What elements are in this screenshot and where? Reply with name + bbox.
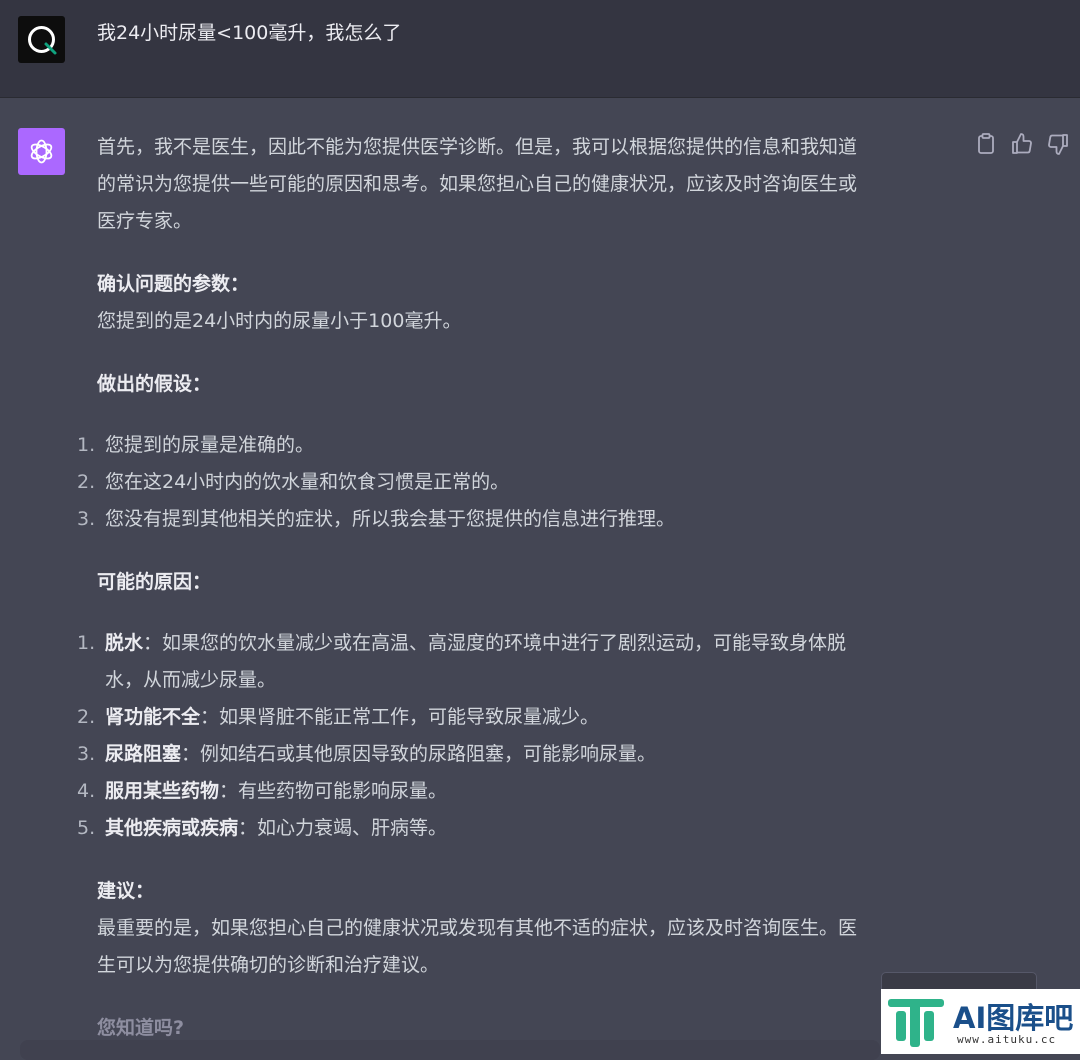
copy-button[interactable] — [974, 132, 998, 156]
list-number: 1. — [77, 632, 96, 654]
intro-line: 首先，我不是医生，因此不能为您提供医学诊断。但是，我可以根据您提供的信息和我知道 — [97, 136, 858, 158]
thumbs-up-icon — [1012, 133, 1032, 154]
openai-logo-icon — [30, 139, 53, 164]
list-item: 3. 尿路阻塞：例如结石或其他原因导致的尿路阻塞，可能影响尿量。 — [77, 736, 947, 773]
intro-line: 的常识为您提供一些可能的原因和思考。如果您担心自己的健康状况，应该及时咨询医生或 — [97, 173, 858, 195]
list-bold: 其他疾病或疾病 — [105, 817, 239, 839]
list-number: 5. — [77, 817, 96, 839]
list-text: 您在这24小时内的饮水量和饮食习惯是正常的。 — [105, 471, 510, 493]
list-text: ：例如结石或其他原因导致的尿路阻塞，可能影响尿量。 — [181, 743, 657, 765]
list-item: 1. 脱水：如果您的饮水量减少或在高温、高湿度的环境中进行了剧烈运动，可能导致身体… — [77, 625, 947, 699]
assistant-avatar — [18, 128, 65, 175]
section-heading: 建议： — [97, 880, 155, 902]
list-text: ：有些药物可能影响尿量。 — [219, 780, 448, 802]
prompt-input-bar[interactable] — [20, 1040, 880, 1060]
list-number: 2. — [77, 706, 96, 728]
section-heading: 做出的假设： — [97, 373, 212, 395]
list-number: 3. — [77, 508, 96, 530]
list-text: ：如心力衰竭、肝病等。 — [238, 817, 448, 839]
list-text: ：如果肾脏不能正常工作，可能导致尿量减少。 — [200, 706, 600, 728]
list-number: 2. — [77, 471, 96, 493]
section-text: 生可以为您提供确切的诊断和治疗建议。 — [97, 954, 440, 976]
list-text: 水，从而减少尿量。 — [105, 669, 277, 691]
user-message-text: 我24小时尿量<100毫升，我怎么了 — [97, 22, 402, 44]
watermark-logo-icon — [888, 999, 944, 1047]
thumbs-down-icon — [1048, 134, 1068, 155]
clipboard-icon — [978, 133, 994, 154]
section-heading: 可能的原因： — [97, 571, 212, 593]
list-number: 4. — [77, 780, 96, 802]
assistant-message-content: 首先，我不是医生，因此不能为您提供医学诊断。但是，我可以根据您提供的信息和我知道… — [77, 129, 947, 1047]
list-item: 1. 您提到的尿量是准确的。 — [77, 427, 947, 464]
causes-list: 1. 脱水：如果您的饮水量减少或在高温、高湿度的环境中进行了剧烈运动，可能导致身体… — [77, 625, 947, 847]
user-avatar — [18, 16, 65, 63]
user-message-row: 我24小时尿量<100毫升，我怎么了 — [0, 0, 1080, 98]
message-actions — [972, 132, 1072, 156]
list-number: 3. — [77, 743, 96, 765]
list-item: 2. 您在这24小时内的饮水量和饮食习惯是正常的。 — [77, 464, 947, 501]
list-item: 2. 肾功能不全：如果肾脏不能正常工作，可能导致尿量减少。 — [77, 699, 947, 736]
section-text: 您提到的是24小时内的尿量小于100毫升。 — [97, 310, 462, 332]
thumbs-up-button[interactable] — [1010, 132, 1034, 156]
list-bold: 脱水 — [105, 632, 144, 654]
list-bold: 肾功能不全 — [105, 706, 201, 728]
list-bold: 尿路阻塞 — [105, 743, 182, 765]
list-item: 3. 您没有提到其他相关的症状，所以我会基于您提供的信息进行推理。 — [77, 501, 947, 538]
list-item: 4. 服用某些药物：有些药物可能影响尿量。 — [77, 773, 947, 810]
list-number: 1. — [77, 434, 96, 456]
watermark: AI图库吧 www.aituku.cc — [881, 989, 1080, 1054]
list-bold: 服用某些药物 — [105, 780, 220, 802]
list-text: 您没有提到其他相关的症状，所以我会基于您提供的信息进行推理。 — [105, 508, 676, 530]
thumbs-down-button[interactable] — [1046, 132, 1070, 156]
list-text: 您提到的尿量是准确的。 — [105, 434, 315, 456]
section-heading: 确认问题的参数： — [97, 273, 250, 295]
watermark-title: AI图库吧 — [953, 1001, 1074, 1035]
assumptions-list: 1. 您提到的尿量是准确的。 2. 您在这24小时内的饮水量和饮食习惯是正常的。 3… — [77, 427, 947, 538]
watermark-url: www.aituku.cc — [957, 1033, 1057, 1046]
user-logo-icon — [28, 26, 57, 55]
list-item: 5. 其他疾病或疾病：如心力衰竭、肝病等。 — [77, 810, 947, 847]
list-text: ：如果您的饮水量减少或在高温、高湿度的环境中进行了剧烈运动，可能导致身体脱 — [143, 632, 847, 654]
assistant-message-row: 首先，我不是医生，因此不能为您提供医学诊断。但是，我可以根据您提供的信息和我知道… — [0, 98, 1080, 1054]
section-text: 最重要的是，如果您担心自己的健康状况或发现有其他不适的症状，应该及时咨询医生。医 — [97, 917, 858, 939]
intro-line: 医疗专家。 — [97, 210, 193, 232]
